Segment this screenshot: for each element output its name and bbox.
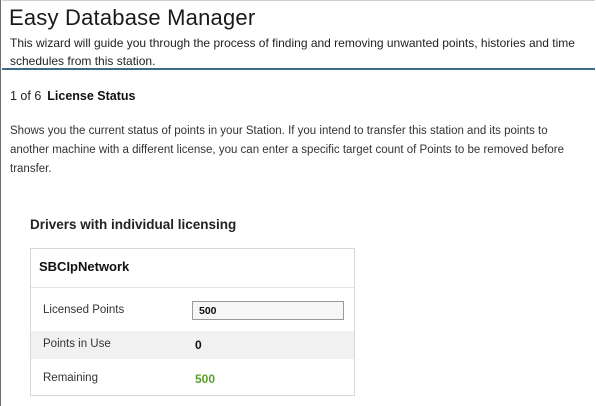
wizard-page: Easy Database Manager This wizard will g…	[0, 0, 596, 406]
step-description: Shows you the current status of points i…	[10, 125, 565, 175]
step-title: License Status	[47, 89, 136, 103]
points-in-use-value: 0	[195, 338, 202, 352]
licensed-points-row: Licensed Points	[31, 297, 354, 325]
points-in-use-label: Points in Use	[43, 338, 111, 350]
licensed-points-label: Licensed Points	[43, 304, 125, 316]
licensed-points-input[interactable]	[192, 301, 344, 320]
remaining-label: Remaining	[43, 372, 98, 384]
driver-name: SBCIpNetwork	[39, 259, 130, 274]
section-title: Drivers with individual licensing	[30, 217, 237, 232]
remaining-row: Remaining 500	[31, 365, 354, 393]
step-heading: 1 of 6 License Status	[10, 87, 136, 105]
step-counter: 1 of 6	[10, 89, 42, 103]
wizard-header: Easy Database Manager This wizard will g…	[2, 0, 595, 70]
wizard-description: This wizard will guide you through the p…	[10, 36, 575, 68]
wizard-title: Easy Database Manager	[9, 5, 256, 30]
divider	[31, 287, 354, 288]
remaining-value: 500	[195, 372, 216, 386]
points-in-use-row: Points in Use 0	[31, 331, 354, 359]
driver-license-panel: SBCIpNetwork Licensed Points Points in U…	[30, 248, 355, 396]
